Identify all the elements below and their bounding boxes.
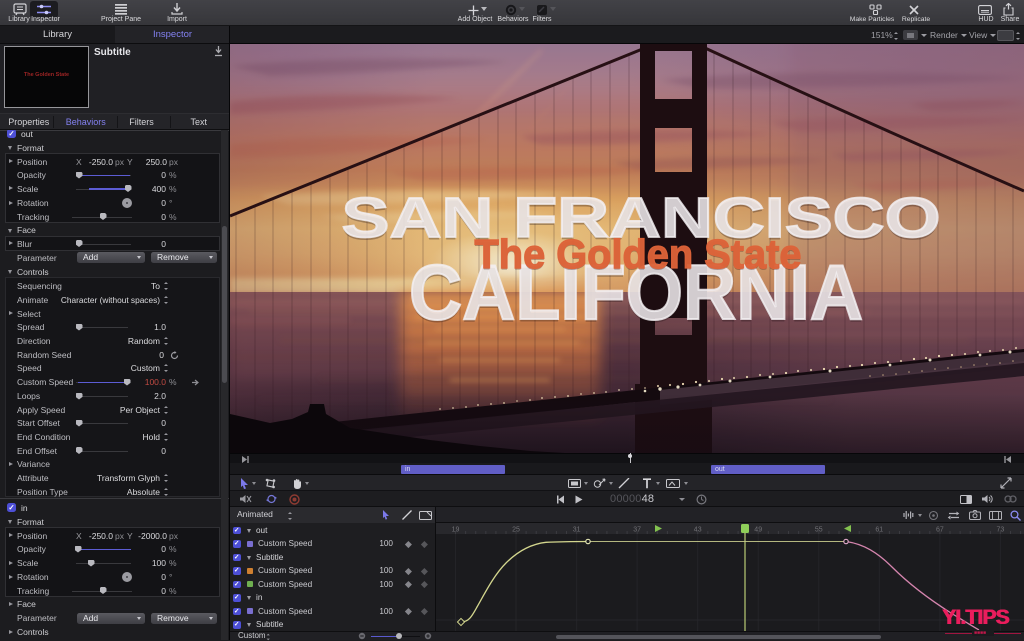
svg-text:31: 31 bbox=[573, 527, 581, 534]
svg-text:55: 55 bbox=[815, 527, 823, 534]
svg-text:49: 49 bbox=[754, 527, 762, 534]
svg-text:43: 43 bbox=[694, 527, 702, 534]
svg-text:61: 61 bbox=[875, 527, 883, 534]
svg-text:19: 19 bbox=[452, 527, 460, 534]
svg-text:37: 37 bbox=[633, 527, 641, 534]
svg-text:The Golden State: The Golden State bbox=[475, 231, 802, 277]
svg-text:73: 73 bbox=[997, 527, 1005, 534]
svg-text:67: 67 bbox=[936, 527, 944, 534]
svg-text:25: 25 bbox=[512, 527, 520, 534]
